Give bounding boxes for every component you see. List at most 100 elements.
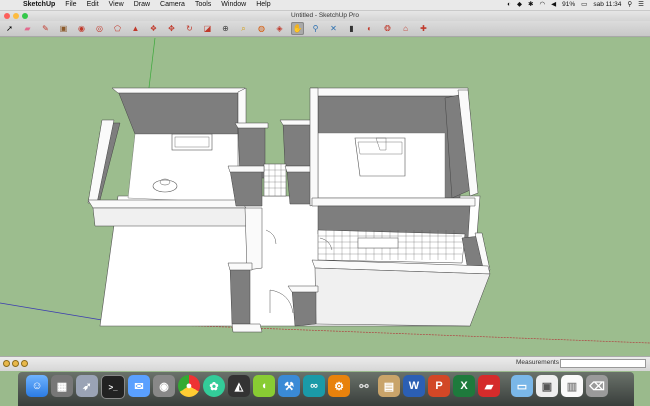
menu-list: SketchUp File Edit View Draw Camera Tool… xyxy=(18,0,276,10)
textedit-icon[interactable]: ▥ xyxy=(561,375,583,397)
excel-icon[interactable]: X xyxy=(453,375,475,397)
menu-help[interactable]: Help xyxy=(251,0,275,10)
launchpad-icon[interactable]: ▦ xyxy=(51,375,73,397)
xcode-icon[interactable]: ⚒ xyxy=(278,375,300,397)
menu-draw[interactable]: Draw xyxy=(129,0,155,10)
pencil-icon[interactable]: ✎ xyxy=(39,22,52,35)
dropbox-icon[interactable]: ◆ xyxy=(517,0,522,10)
wall-partition xyxy=(244,207,263,271)
wall-top xyxy=(227,262,253,271)
wall-entrance xyxy=(291,289,317,327)
trash-icon[interactable]: ⌫ xyxy=(586,375,608,397)
menu-file[interactable]: File xyxy=(60,0,81,10)
paint-icon[interactable]: ◍ xyxy=(255,22,268,35)
followme-icon[interactable]: ❖ xyxy=(147,22,160,35)
polygon-icon[interactable]: ⬠ xyxy=(111,22,124,35)
measurements-label: Measurements xyxy=(516,359,559,366)
tape-icon[interactable]: ⌕ xyxy=(237,22,250,35)
menu-status-area: ◐ ◆ ✱ ◠ ◀ 91% ▭ sab 11:34 ⚲ ☰ xyxy=(507,0,644,10)
menu-view[interactable]: View xyxy=(104,0,129,10)
menu-camera[interactable]: Camera xyxy=(155,0,190,10)
select-icon[interactable]: ➚ xyxy=(3,22,16,35)
search-icon[interactable]: ⚲ xyxy=(627,0,632,10)
wall-front-left xyxy=(92,207,247,227)
window-title-bar: Untitled - SketchUp Pro xyxy=(0,11,650,21)
menu-tools[interactable]: Tools xyxy=(190,0,216,10)
credits-icon[interactable] xyxy=(12,360,19,367)
info-icon[interactable] xyxy=(21,360,28,367)
dock: ☺ ▦ ➶ >_ ✉ ◉ ● ✿ ◭ ◖ ⚒ ∞ ⚙ ⚯ ▤ W P X ▰ ▭… xyxy=(18,372,634,406)
terminal-icon[interactable]: >_ xyxy=(101,375,125,399)
bluetooth-icon[interactable]: ✱ xyxy=(528,0,533,10)
camera-icon[interactable]: ◉ xyxy=(153,375,175,397)
status-bar: Measurements xyxy=(0,356,650,371)
wall-lower xyxy=(229,265,251,325)
unity-icon[interactable]: ◭ xyxy=(228,375,250,397)
menu-app-sketchup[interactable]: SketchUp xyxy=(18,0,60,10)
folder-icon[interactable]: ▭ xyxy=(511,375,533,397)
messages-icon[interactable]: ✉ xyxy=(128,375,150,397)
geolocation-icon[interactable] xyxy=(3,360,10,367)
word-icon[interactable]: W xyxy=(403,375,425,397)
finder-icon[interactable]: ☺ xyxy=(26,375,48,397)
arc-icon[interactable]: ◎ xyxy=(93,22,106,35)
gamecenter-icon[interactable]: ✿ xyxy=(203,375,225,397)
wall-top xyxy=(227,165,265,173)
scale-icon[interactable]: ◪ xyxy=(201,22,214,35)
battery-percent[interactable]: 91% xyxy=(562,0,575,10)
zoom-button[interactable] xyxy=(22,13,28,19)
main-toolbar: ➚ ▰ ✎ ▣ ◉ ◎ ⬠ ▲ ❖ ✥ ↻ ◪ ⊕ ⌕ ◍ ◈ ✋ ⚲ ✕ ▮ … xyxy=(0,21,650,37)
menu-window[interactable]: Window xyxy=(216,0,251,10)
close-button[interactable] xyxy=(4,13,10,19)
minimize-button[interactable] xyxy=(13,13,19,19)
wall-partition xyxy=(309,87,319,207)
glasses-icon[interactable]: ⚯ xyxy=(353,375,375,397)
wall-top xyxy=(231,323,263,333)
zoom-icon[interactable]: ⚲ xyxy=(309,22,322,35)
wall-corridor xyxy=(282,122,314,167)
volume-icon[interactable]: ◀ xyxy=(551,0,556,10)
rectangle-icon[interactable]: ▣ xyxy=(57,22,70,35)
window-title: Untitled - SketchUp Pro xyxy=(291,12,359,19)
wall-top xyxy=(309,87,469,97)
settings-icon[interactable]: ⚙ xyxy=(328,375,350,397)
sketchup-icon[interactable]: ▰ xyxy=(478,375,500,397)
orbit-icon[interactable]: ◈ xyxy=(273,22,286,35)
room-floor-left xyxy=(127,133,241,204)
pushpull-icon[interactable]: ▲ xyxy=(129,22,142,35)
wall-top xyxy=(287,285,319,293)
section-icon[interactable]: ▮ xyxy=(345,22,358,35)
notes-icon[interactable]: ▤ xyxy=(378,375,400,397)
clock[interactable]: sab 11:34 xyxy=(593,0,621,10)
notifications-icon[interactable]: ◐ xyxy=(507,0,511,10)
battery-icon[interactable]: ▭ xyxy=(581,0,587,10)
green-axis xyxy=(147,38,156,97)
rocket-icon[interactable]: ➶ xyxy=(76,375,98,397)
circle-icon[interactable]: ◉ xyxy=(75,22,88,35)
window-controls xyxy=(4,13,28,19)
warehouse-icon[interactable]: ⌂ xyxy=(399,22,412,35)
arduino-icon[interactable]: ∞ xyxy=(303,375,325,397)
rotate-icon[interactable]: ↻ xyxy=(183,22,196,35)
menu-edit[interactable]: Edit xyxy=(82,0,104,10)
powerpoint-icon[interactable]: P xyxy=(428,375,450,397)
list-icon[interactable]: ☰ xyxy=(638,0,644,10)
wifi-icon[interactable]: ◠ xyxy=(539,0,545,10)
house-model xyxy=(0,38,650,344)
chrome-icon[interactable]: ● xyxy=(178,375,200,397)
components-icon[interactable]: ❂ xyxy=(381,22,394,35)
offset-icon[interactable]: ⊕ xyxy=(219,22,232,35)
materials-icon[interactable]: ◐ xyxy=(363,22,376,35)
eraser-icon[interactable]: ▰ xyxy=(21,22,34,35)
move-icon[interactable]: ✥ xyxy=(165,22,178,35)
extension-icon[interactable]: ✚ xyxy=(417,22,430,35)
zoom-extents-icon[interactable]: ✕ xyxy=(327,22,340,35)
model-viewport[interactable] xyxy=(0,38,650,356)
menu-bar: SketchUp File Edit View Draw Camera Tool… xyxy=(0,0,650,11)
wall-top xyxy=(234,122,269,129)
bed xyxy=(354,137,406,177)
measurements-input[interactable] xyxy=(560,359,646,368)
pan-icon[interactable]: ✋ xyxy=(291,22,304,35)
preview-icon[interactable]: ▣ xyxy=(536,375,558,397)
android-icon[interactable]: ◖ xyxy=(253,375,275,397)
